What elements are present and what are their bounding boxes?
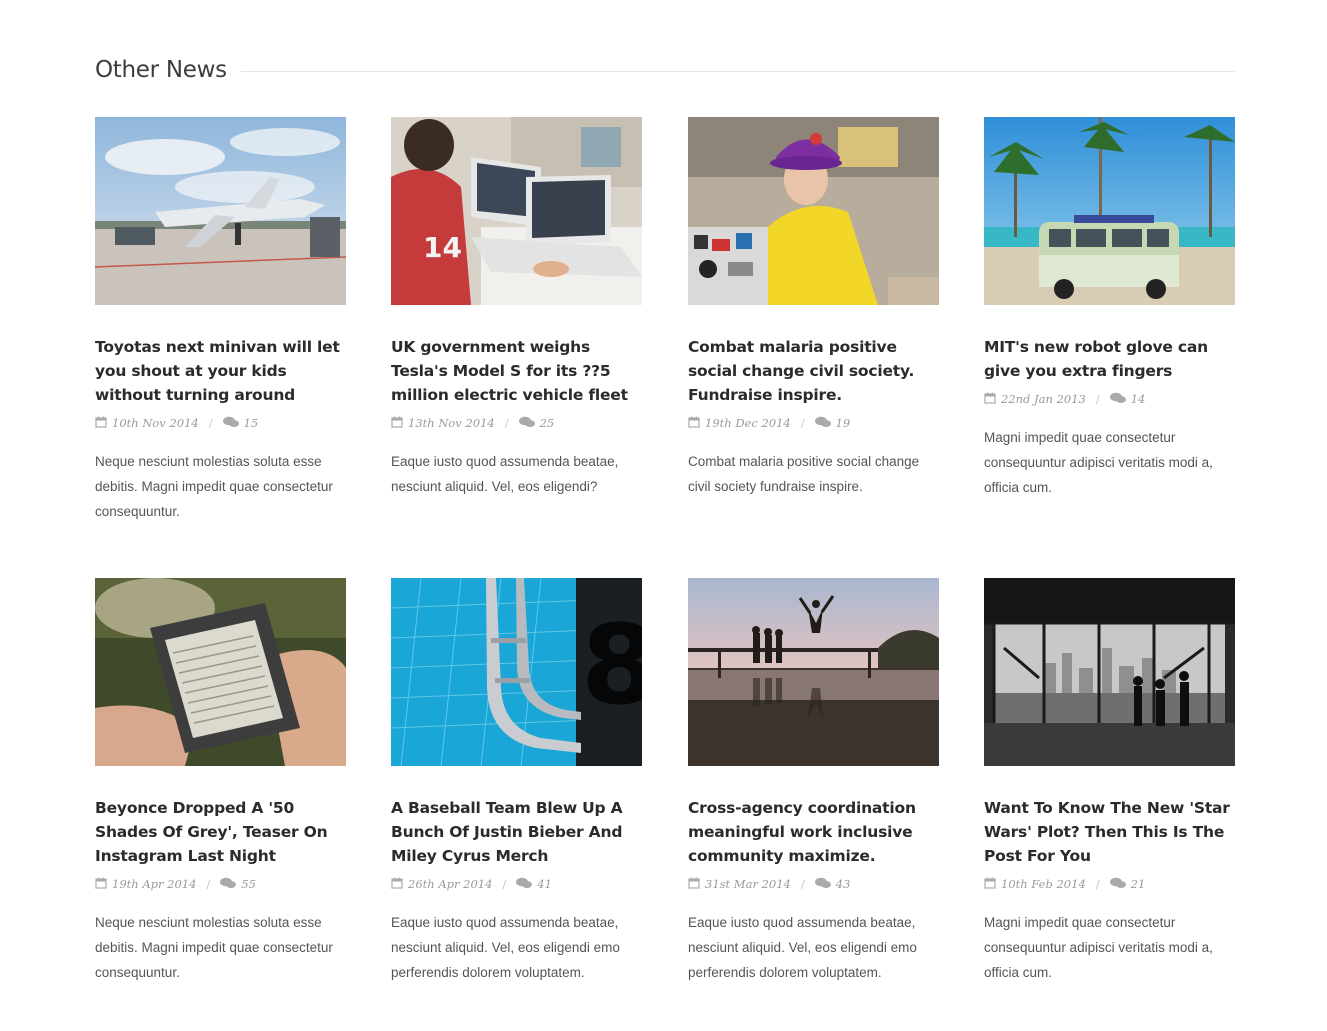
- calendar-icon: [984, 877, 996, 892]
- calendar-icon: [391, 877, 403, 892]
- comments-icon: [814, 416, 831, 431]
- news-comment-count[interactable]: 19: [836, 416, 851, 430]
- comments-icon: [1109, 877, 1126, 892]
- news-meta: 31st Mar 2014 / 43: [688, 875, 939, 893]
- calendar-icon: [95, 877, 107, 892]
- comments-icon: [1109, 392, 1126, 407]
- news-title-link[interactable]: A Baseball Team Blew Up A Bunch Of Justi…: [391, 796, 642, 868]
- news-date: 22nd Jan 2013: [1001, 392, 1086, 406]
- news-card: Toyotas next minivan will let you shout …: [95, 117, 346, 524]
- news-thumbnail[interactable]: [688, 117, 939, 305]
- news-excerpt: Magni impedit quae consectetur consequun…: [984, 430, 1213, 495]
- calendar-icon: [688, 877, 700, 892]
- news-date: 10th Feb 2014: [1001, 877, 1086, 891]
- news-meta: 22nd Jan 2013 / 14: [984, 390, 1235, 408]
- meta-separator: /: [1095, 392, 1100, 406]
- news-thumbnail[interactable]: [984, 117, 1235, 305]
- news-title-link[interactable]: Toyotas next minivan will let you shout …: [95, 335, 346, 407]
- news-meta: 26th Apr 2014 / 41: [391, 875, 642, 893]
- comments-icon: [516, 877, 533, 892]
- news-thumbnail[interactable]: [95, 117, 346, 305]
- news-excerpt: Neque nesciunt molestias soluta esse deb…: [95, 454, 333, 519]
- calendar-icon: [95, 416, 107, 431]
- news-excerpt: Eaque iusto quod assumenda beatae, nesci…: [391, 915, 620, 980]
- news-meta: 19th Dec 2014 / 19: [688, 414, 939, 432]
- news-excerpt: Eaque iusto quod assumenda beatae, nesci…: [391, 454, 619, 494]
- news-excerpt: Magni impedit quae consectetur consequun…: [984, 915, 1213, 980]
- news-comment-count[interactable]: 15: [244, 416, 259, 430]
- news-comment-count[interactable]: 41: [537, 877, 552, 891]
- calendar-icon: [391, 416, 403, 431]
- meta-separator: /: [502, 877, 507, 891]
- news-date: 19th Apr 2014: [112, 877, 197, 891]
- news-thumbnail[interactable]: 8: [391, 578, 642, 766]
- news-date: 19th Dec 2014: [705, 416, 791, 430]
- news-card: Cross-agency coordination meaningful wor…: [688, 578, 939, 985]
- news-meta: 13th Nov 2014 / 25: [391, 414, 642, 432]
- news-card: MIT's new robot glove can give you extra…: [984, 117, 1235, 500]
- news-card: Want To Know The New 'Star Wars' Plot? T…: [984, 578, 1235, 985]
- news-card: 8 A Baseball Team Blew Up A Bunch Of Jus…: [391, 578, 642, 985]
- meta-separator: /: [1095, 877, 1100, 891]
- calendar-icon: [688, 416, 700, 431]
- news-thumbnail[interactable]: 14: [391, 117, 642, 305]
- meta-separator: /: [800, 877, 805, 891]
- news-date: 10th Nov 2014: [112, 416, 199, 430]
- news-comment-count[interactable]: 43: [836, 877, 851, 891]
- news-excerpt: Combat malaria positive social change ci…: [688, 454, 920, 494]
- svg-text:8: 8: [581, 601, 642, 729]
- news-title-link[interactable]: Cross-agency coordination meaningful wor…: [688, 796, 939, 868]
- news-comment-count[interactable]: 55: [241, 877, 256, 891]
- section-header: Other News: [95, 54, 1235, 86]
- news-thumbnail[interactable]: [984, 578, 1235, 766]
- news-date: 31st Mar 2014: [705, 877, 791, 891]
- news-card: Beyonce Dropped A '50 Shades Of Grey', T…: [95, 578, 346, 985]
- section-divider: [240, 71, 1235, 72]
- news-comment-count[interactable]: 21: [1131, 877, 1146, 891]
- news-comment-count[interactable]: 14: [1131, 392, 1146, 406]
- news-title-link[interactable]: Combat malaria positive social change ci…: [688, 335, 939, 407]
- meta-separator: /: [800, 416, 805, 430]
- meta-separator: /: [504, 416, 509, 430]
- news-thumbnail[interactable]: [688, 578, 939, 766]
- comments-icon: [220, 877, 237, 892]
- news-date: 13th Nov 2014: [408, 416, 495, 430]
- news-title-link[interactable]: Beyonce Dropped A '50 Shades Of Grey', T…: [95, 796, 346, 868]
- news-card: Combat malaria positive social change ci…: [688, 117, 939, 499]
- news-title-link[interactable]: Want To Know The New 'Star Wars' Plot? T…: [984, 796, 1235, 868]
- section-title: Other News: [95, 57, 227, 83]
- svg-text:14: 14: [423, 231, 462, 264]
- news-thumbnail[interactable]: [95, 578, 346, 766]
- news-meta: 19th Apr 2014 / 55: [95, 875, 346, 893]
- calendar-icon: [984, 392, 996, 407]
- news-title-link[interactable]: UK government weighs Tesla's Model S for…: [391, 335, 642, 407]
- news-meta: 10th Feb 2014 / 21: [984, 875, 1235, 893]
- news-card: 14 UK government weighs Tesla's Model S …: [391, 117, 642, 499]
- comments-icon: [814, 877, 831, 892]
- news-date: 26th Apr 2014: [408, 877, 493, 891]
- news-excerpt: Eaque iusto quod assumenda beatae, nesci…: [688, 915, 917, 980]
- news-meta: 10th Nov 2014 / 15: [95, 414, 346, 432]
- meta-separator: /: [208, 416, 213, 430]
- meta-separator: /: [206, 877, 211, 891]
- comments-icon: [222, 416, 239, 431]
- news-title-link[interactable]: MIT's new robot glove can give you extra…: [984, 335, 1235, 383]
- news-excerpt: Neque nesciunt molestias soluta esse deb…: [95, 915, 333, 980]
- news-comment-count[interactable]: 25: [540, 416, 555, 430]
- comments-icon: [518, 416, 535, 431]
